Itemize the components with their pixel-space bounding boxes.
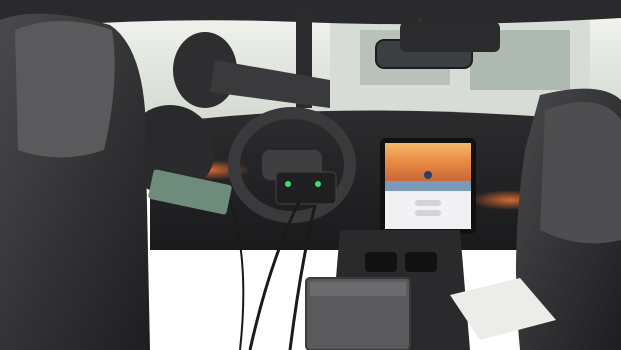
headrest-left <box>15 21 115 158</box>
status-led <box>315 181 321 187</box>
actuator-box <box>275 171 337 205</box>
overhead-console <box>400 22 500 52</box>
status-led <box>285 181 291 187</box>
display-car-icon <box>424 171 432 179</box>
cup-holder <box>365 252 397 272</box>
display-button <box>415 200 441 206</box>
center-display-road <box>385 181 471 191</box>
display-button <box>415 210 441 216</box>
test-equipment-lid <box>310 282 406 296</box>
headrest-right <box>540 102 621 244</box>
car-interior-photo <box>0 0 621 350</box>
cup-holder <box>405 252 437 272</box>
